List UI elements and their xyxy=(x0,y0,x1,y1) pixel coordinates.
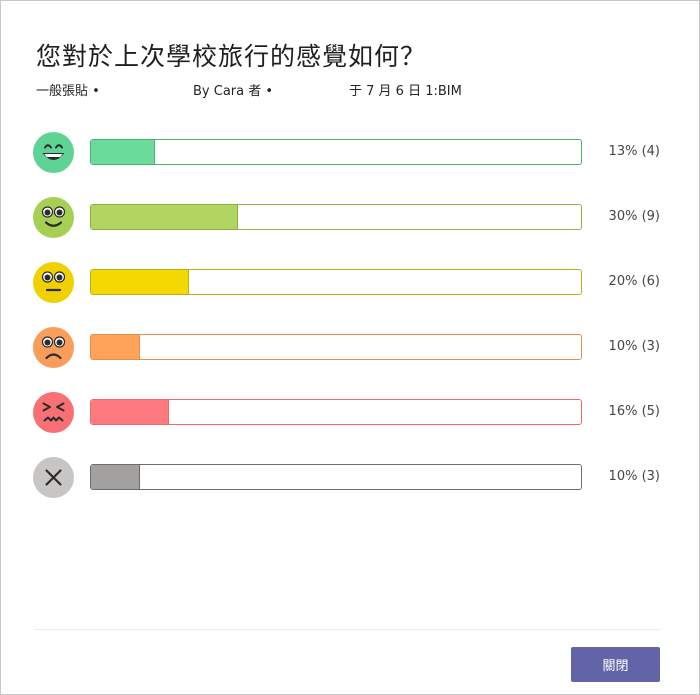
author-label: By Cara 者 • xyxy=(193,84,274,99)
posted-in-label: 一般張貼 • xyxy=(36,84,100,99)
poll-results-dialog: 您對於上次學校旅行的感覺如何？ 一般張貼 • By Cara 者 • 于 7 月… xyxy=(0,0,700,695)
result-bar xyxy=(90,399,582,425)
result-percentage: 10% (3) xyxy=(608,469,660,484)
poll-option-row: 13% (4) xyxy=(1,129,700,175)
result-bar-fill xyxy=(91,465,140,489)
result-bar xyxy=(90,269,582,295)
result-bar xyxy=(90,334,582,360)
footer-divider xyxy=(34,629,661,630)
cross-icon xyxy=(33,457,74,498)
poll-title: 您對於上次學校旅行的感覺如何？ xyxy=(36,42,427,71)
tired-face-icon xyxy=(33,392,74,433)
smiling-face-icon xyxy=(33,197,74,238)
neutral-face-icon xyxy=(33,262,74,303)
poll-option-row: 10% (3) xyxy=(1,324,700,370)
result-bar xyxy=(90,464,582,490)
result-bar xyxy=(90,204,582,230)
result-percentage: 20% (6) xyxy=(608,274,660,289)
close-button[interactable]: 關閉 xyxy=(571,647,660,682)
result-percentage: 10% (3) xyxy=(608,339,660,354)
post-date: 于 7 月 6 日 1:BIM xyxy=(349,84,462,99)
result-bar-fill xyxy=(91,140,155,164)
poll-option-row: 10% (3) xyxy=(1,454,700,500)
grinning-face-icon xyxy=(33,132,74,173)
result-percentage: 13% (4) xyxy=(608,144,660,159)
frowning-face-icon xyxy=(33,327,74,368)
result-percentage: 16% (5) xyxy=(608,404,660,419)
poll-option-row: 30% (9) xyxy=(1,194,700,240)
result-bar-fill xyxy=(91,270,189,294)
poll-option-row: 20% (6) xyxy=(1,259,700,305)
result-bar-fill xyxy=(91,400,170,424)
result-bar xyxy=(90,139,582,165)
result-bar-fill xyxy=(91,335,140,359)
result-bar-fill xyxy=(91,205,238,229)
result-percentage: 30% (9) xyxy=(608,209,660,224)
poll-option-row: 16% (5) xyxy=(1,389,700,435)
